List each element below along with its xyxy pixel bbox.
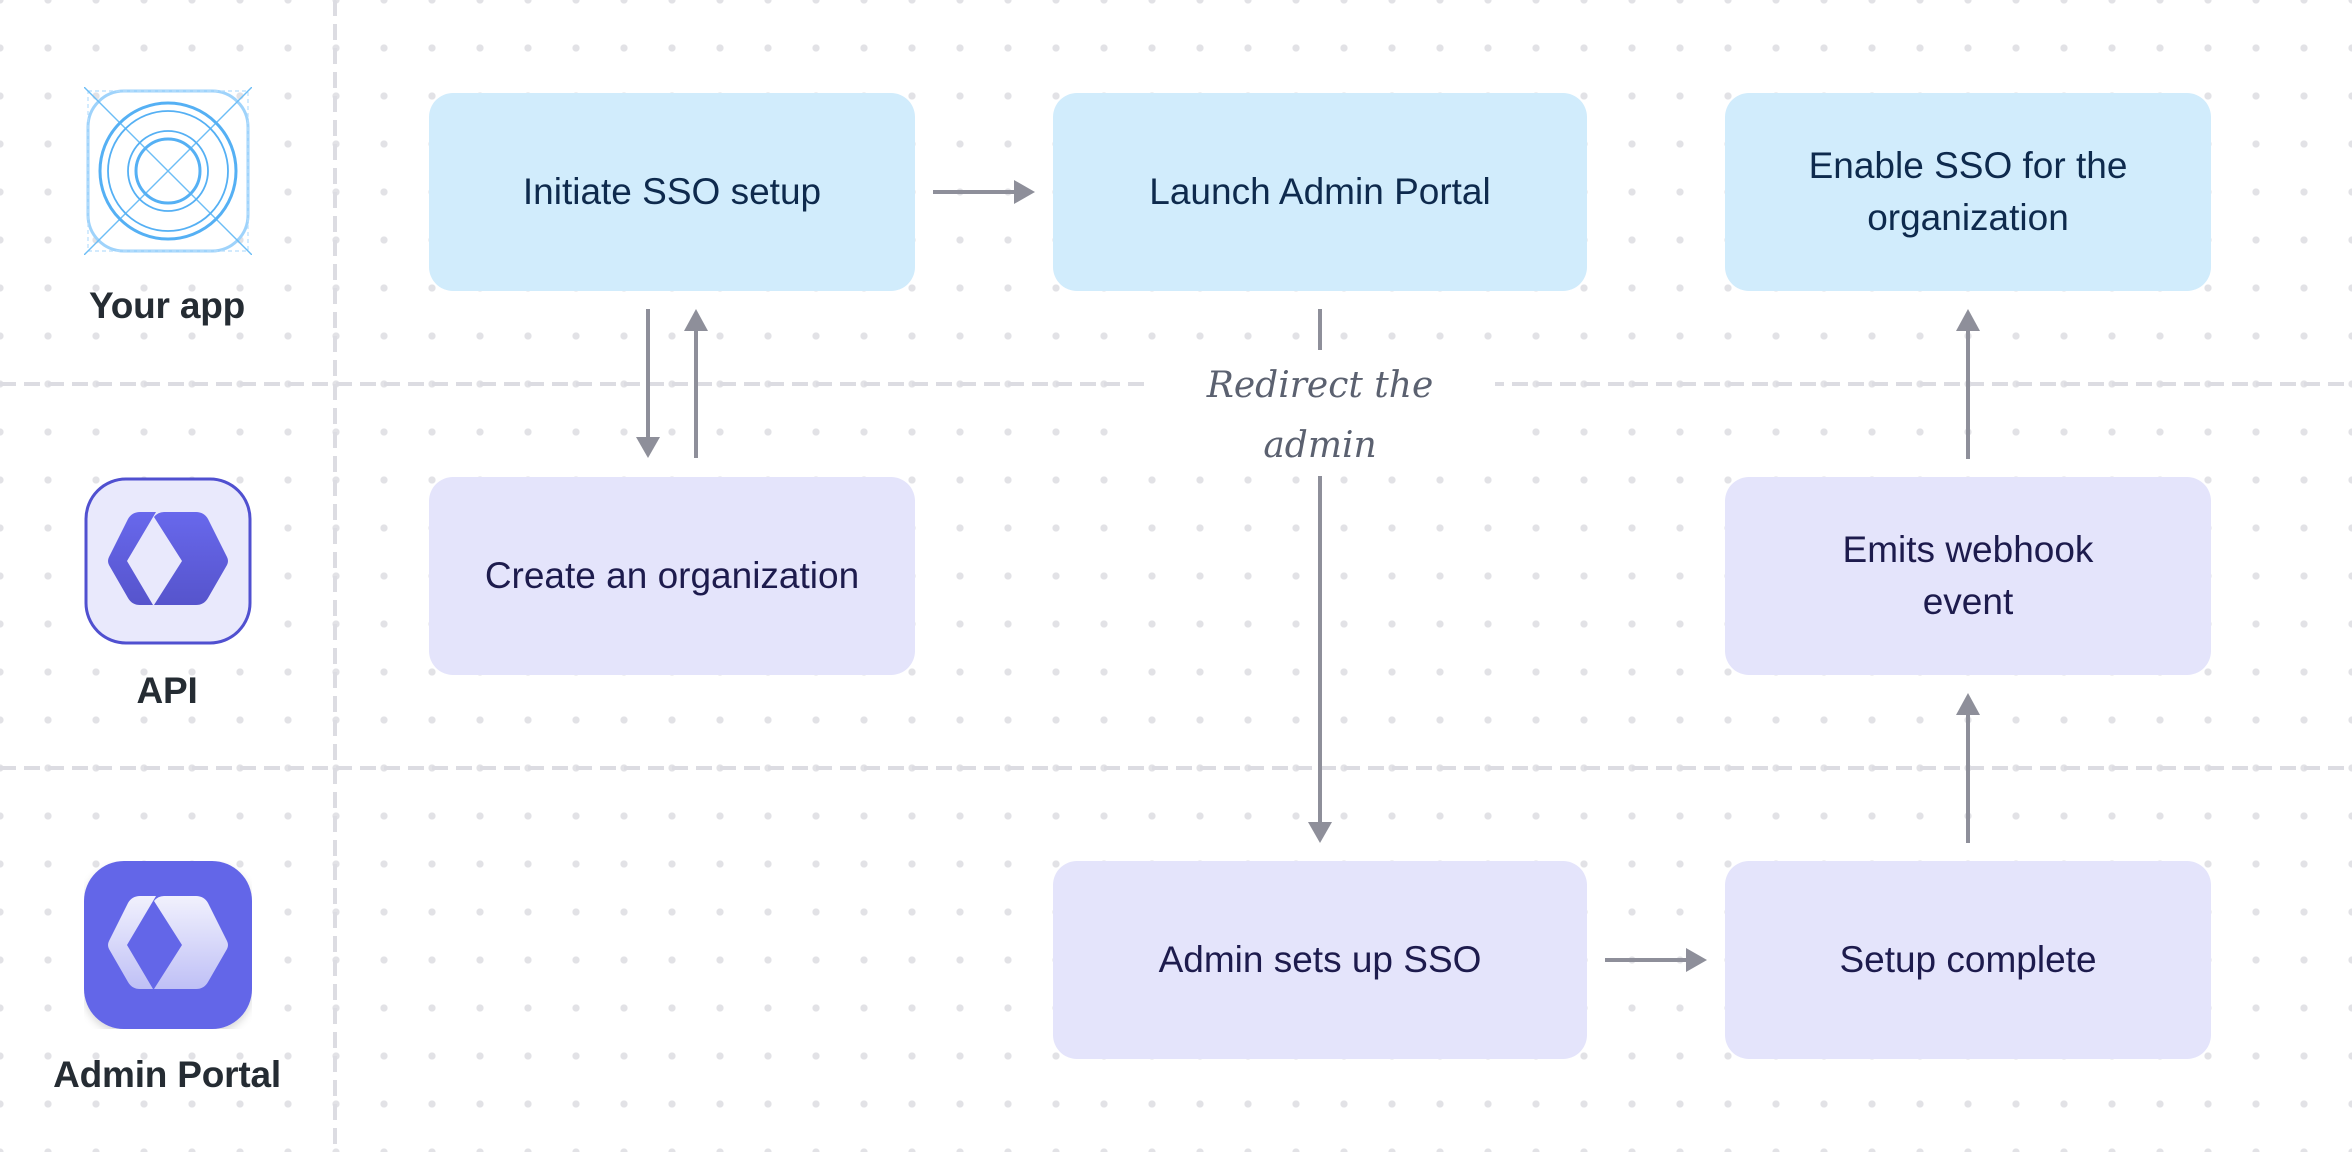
step-label: Launch Admin Portal bbox=[1149, 171, 1491, 212]
lane-label-api: API bbox=[136, 670, 198, 711]
lane-divider-vertical bbox=[333, 0, 337, 1152]
app-grid-icon bbox=[74, 77, 262, 265]
arrow-initiate-to-launch bbox=[933, 180, 1035, 204]
step-initiate-sso: Initiate SSO setup bbox=[429, 93, 915, 291]
lane-divider-2 bbox=[0, 766, 2352, 770]
step-emits-webhook: Emits webhook event bbox=[1725, 477, 2211, 675]
step-label: Setup complete bbox=[1839, 939, 2097, 980]
step-label: Initiate SSO setup bbox=[522, 171, 822, 212]
redirect-annotation: Redirect the admin bbox=[1145, 356, 1495, 476]
step-label: Admin sets up SSO bbox=[1158, 939, 1482, 980]
step-setup-complete: Setup complete bbox=[1725, 861, 2211, 1059]
step-label: Create an organization bbox=[484, 555, 860, 596]
step-enable-sso: Enable SSO for the organization bbox=[1725, 93, 2211, 291]
lane-label-your-app: Your app bbox=[89, 285, 245, 326]
workos-logo-filled-icon bbox=[84, 861, 252, 1029]
step-launch-admin-portal: Launch Admin Portal bbox=[1053, 93, 1587, 291]
step-label: Emits webhook event bbox=[1842, 529, 2094, 622]
step-create-organization: Create an organization bbox=[429, 477, 915, 675]
step-label: Enable SSO for the organization bbox=[1808, 145, 2128, 238]
workos-logo-icon bbox=[84, 477, 252, 645]
step-admin-sets-up-sso: Admin sets up SSO bbox=[1053, 861, 1587, 1059]
lane-label-admin-portal: Admin Portal bbox=[53, 1054, 281, 1095]
arrow-admin-setup-to-complete bbox=[1605, 948, 1707, 972]
